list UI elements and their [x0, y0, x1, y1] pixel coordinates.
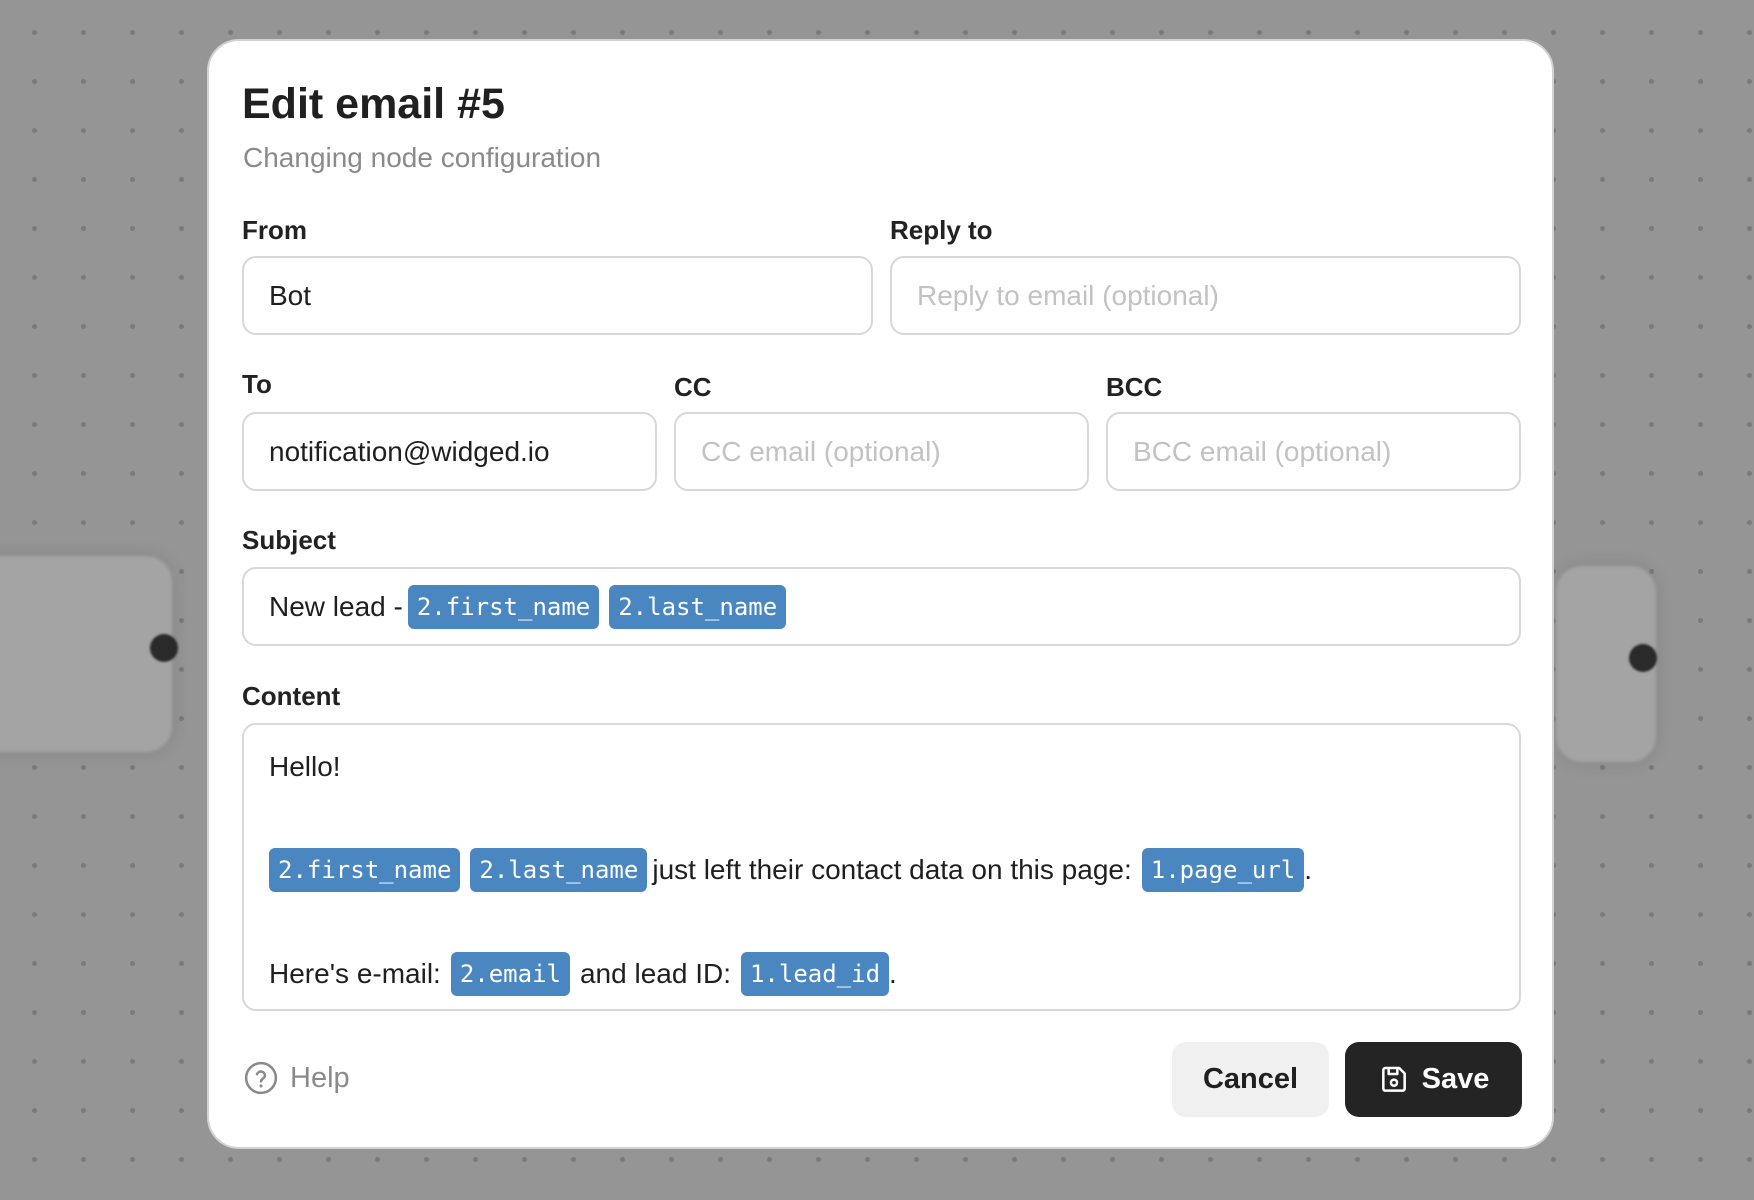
save-button[interactable]: Save	[1345, 1042, 1522, 1117]
content-editor[interactable]: Hello! 2.first_name 2.last_name just lef…	[242, 723, 1521, 1011]
help-link[interactable]: Help	[244, 1061, 350, 1095]
cancel-button[interactable]: Cancel	[1172, 1042, 1329, 1117]
variable-tag[interactable]: 1.lead_id	[740, 952, 890, 996]
content-text: Here's e-mail:	[269, 958, 441, 989]
to-input[interactable]	[242, 412, 657, 491]
variable-tag[interactable]: 2.last_name	[470, 848, 648, 892]
modal-title: Edit email #5	[242, 80, 505, 128]
from-input[interactable]	[242, 256, 873, 335]
content-label: Content	[242, 681, 341, 711]
cancel-label: Cancel	[1202, 1063, 1299, 1095]
cc-label: CC	[674, 372, 712, 402]
from-label: From	[242, 215, 307, 245]
content-text: and lead ID:	[579, 958, 731, 989]
question-circle-icon	[244, 1061, 278, 1095]
background-node-port	[150, 634, 178, 662]
variable-tag[interactable]: 1.page_url	[1141, 848, 1305, 892]
floppy-disk-icon	[1381, 1066, 1406, 1092]
save-label: Save	[1421, 1063, 1490, 1095]
content-line: Hello!	[269, 747, 1494, 787]
variable-tag[interactable]: 2.first_name	[407, 584, 600, 629]
variable-tag[interactable]: 2.email	[450, 952, 570, 996]
content-line: 2.first_name 2.last_name just left their…	[269, 848, 1494, 892]
bcc-input[interactable]	[1106, 412, 1521, 491]
to-label: To	[242, 369, 272, 399]
content-greeting: Hello!	[269, 751, 341, 782]
modal-subtitle: Changing node configuration	[243, 142, 602, 173]
help-label: Help	[290, 1061, 350, 1094]
content-text: just left their contact data on this pag…	[652, 854, 1132, 885]
cc-input[interactable]	[674, 412, 1089, 491]
subject-text: New lead -	[269, 590, 403, 622]
reply-to-input[interactable]	[890, 256, 1521, 335]
content-text: .	[889, 958, 897, 989]
content-line: Here's e-mail: 2.email and lead ID: 1.le…	[269, 952, 1494, 996]
subject-label: Subject	[242, 525, 336, 555]
subject-editor[interactable]: New lead - 2.first_name 2.last_name	[242, 567, 1521, 646]
bcc-label: BCC	[1106, 372, 1163, 402]
background-flow-node	[0, 556, 172, 752]
variable-tag[interactable]: 2.last_name	[609, 584, 787, 629]
content-text: .	[1304, 854, 1313, 885]
reply-to-label: Reply to	[890, 215, 993, 245]
edit-email-modal: Edit email #5 Changing node configuratio…	[207, 39, 1554, 1149]
variable-tag[interactable]: 2.first_name	[269, 848, 461, 892]
background-node-port	[1629, 644, 1657, 672]
